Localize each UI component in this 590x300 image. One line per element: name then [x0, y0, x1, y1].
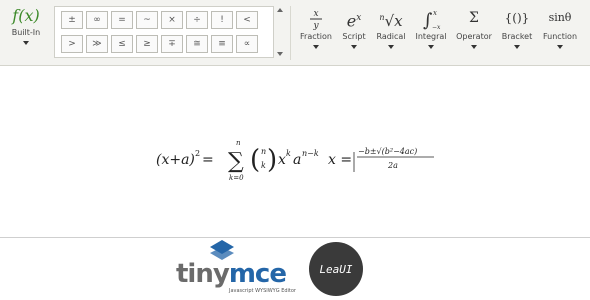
scroll-up-icon[interactable]	[277, 8, 283, 12]
fraction-label: Fraction	[300, 32, 332, 41]
symbol-palette: ± ∞ = ~ × ÷! < > ≫ ≤ ≥ ∓ ≅ ≡ ∝	[54, 6, 274, 58]
bracket-button[interactable]: {()} Bracket	[498, 6, 536, 62]
footer-divider	[0, 237, 590, 238]
binom-right-paren: )	[267, 145, 277, 175]
chevron-down-icon	[313, 45, 319, 49]
integral-icon: ∫ x −x	[412, 6, 450, 31]
symbol-button[interactable]: ≅	[186, 35, 208, 53]
symbol-button[interactable]: ∞	[86, 11, 108, 29]
sum-lower: k=0	[229, 174, 244, 182]
fraction-numerator: x	[313, 9, 318, 19]
symbol-button[interactable]: ≫	[86, 35, 108, 53]
term-x-exp: k	[286, 149, 291, 158]
equation-ribbon: f(x) Built-In ± ∞ = ~ × ÷! < > ≫ ≤ ≥ ∓ ≅ ≡ ∝ x y Fract…	[0, 0, 590, 66]
symbol-button[interactable]: ×	[161, 11, 183, 29]
symbol-button[interactable]: ≡	[211, 35, 233, 53]
quadratic-numerator: −b±√(b²−4ac)	[358, 147, 417, 156]
tinymce-logo: tinymce Javascript WYSIWYG Editor	[176, 240, 296, 298]
lhs-exponent: 2	[195, 149, 200, 158]
integral-button[interactable]: ∫ x −x Integral	[412, 6, 450, 62]
symbol-button[interactable]: <	[236, 11, 258, 29]
equals-sign: =	[202, 152, 214, 168]
fraction-denominator: y	[312, 21, 319, 31]
symbol-button[interactable]: ∓	[161, 35, 183, 53]
term-x: x	[278, 152, 286, 168]
integral-lower: −x	[432, 24, 441, 31]
bracket-icon: {()}	[504, 11, 530, 25]
divider	[290, 6, 291, 60]
chevron-down-icon	[23, 41, 29, 45]
chevron-down-icon	[428, 45, 434, 49]
lhs-base: (x+a)	[156, 152, 195, 168]
binom-bottom: k	[261, 161, 266, 170]
x-equals: x =	[328, 152, 352, 168]
binom-left-paren: (	[250, 145, 260, 175]
term-a: a	[293, 152, 301, 168]
sum-upper: n	[236, 139, 241, 147]
term-a-exp: n−k	[302, 149, 319, 158]
builtin-label: Built-In	[11, 28, 41, 37]
radical-button[interactable]: n√x Radical	[372, 6, 410, 62]
radical-label: Radical	[376, 32, 406, 41]
symbol-button[interactable]: =	[111, 11, 133, 29]
fraction-button[interactable]: x y Fraction	[298, 6, 334, 62]
script-sup: x	[356, 13, 362, 23]
script-icon: ex	[338, 6, 370, 30]
function-sin-icon: sinθ	[548, 11, 572, 24]
integral-label: Integral	[415, 32, 447, 41]
symbol-button[interactable]: >	[61, 35, 83, 53]
symbol-button[interactable]: !	[211, 11, 233, 29]
operator-label: Operator	[456, 32, 492, 41]
script-base: e	[346, 11, 357, 31]
chevron-down-icon	[514, 45, 520, 49]
chevron-down-icon	[388, 45, 394, 49]
symbol-button[interactable]: ∝	[236, 35, 258, 53]
integral-upper: x	[433, 9, 437, 17]
symbol-button[interactable]: ≥	[136, 35, 158, 53]
function-label: Function	[542, 32, 578, 41]
equation-display: (x+a) 2 = n ∑ k=0 ( n k ) x k a n−k x = …	[156, 139, 434, 182]
binom-top: n	[261, 147, 266, 156]
fraction-icon: x y	[298, 6, 334, 31]
symbol-button[interactable]: ≤	[111, 35, 133, 53]
tinymce-word-mce: mce	[228, 259, 287, 289]
bracket-label: Bracket	[501, 32, 533, 41]
leaui-logo: LeaUI	[309, 242, 363, 296]
function-icon: f(x)	[12, 6, 40, 25]
script-label: Script	[342, 32, 366, 41]
chevron-down-icon	[351, 45, 357, 49]
scroll-down-icon[interactable]	[277, 52, 283, 56]
symbol-button[interactable]: ÷	[186, 11, 208, 29]
builtin-button[interactable]: f(x) Built-In	[4, 6, 48, 62]
sum-symbol: ∑	[228, 149, 244, 174]
radical-glyph: √x	[384, 12, 403, 30]
tinymce-tagline: Javascript WYSIWYG Editor	[229, 288, 296, 294]
tinymce-wordmark: tinymce	[176, 260, 296, 288]
operator-button[interactable]: Σ Operator	[454, 6, 494, 62]
symbol-button[interactable]: ±	[61, 11, 83, 29]
chevron-down-icon	[471, 45, 477, 49]
symbol-button[interactable]: ~	[136, 11, 158, 29]
chevron-down-icon	[557, 45, 563, 49]
tinymce-mark-icon	[210, 240, 234, 260]
symbol-grid: ± ∞ = ~ × ÷! < > ≫ ≤ ≥ ∓ ≅ ≡ ∝	[61, 11, 269, 53]
operator-icon: Σ	[469, 10, 479, 26]
quadratic-denominator: 2a	[387, 161, 398, 170]
radical-icon: n√x	[372, 6, 410, 30]
script-button[interactable]: ex Script	[338, 6, 370, 62]
function-button[interactable]: sinθ Function	[540, 6, 580, 62]
palette-scrollbar[interactable]	[276, 8, 284, 56]
tinymce-word-tiny: tiny	[176, 259, 230, 289]
